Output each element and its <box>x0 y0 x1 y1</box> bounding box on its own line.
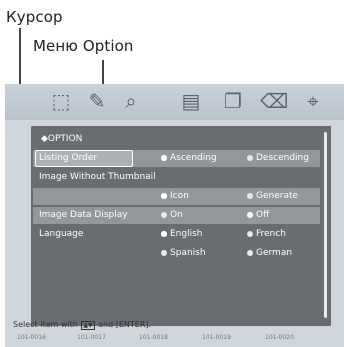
device-screen: ⬚ ✎ ⌕ ▤ ❐ ⌫ ⌖ 101-0016 101-0017 101-0018… <box>5 84 344 347</box>
zoom-icon[interactable]: ⬚ <box>49 89 73 113</box>
option-on[interactable]: On <box>161 210 183 220</box>
option-menu-panel: ◆OPTION Listing Order Ascending Descendi… <box>29 124 333 328</box>
option-french[interactable]: French <box>247 229 286 239</box>
option-german[interactable]: German <box>247 248 292 258</box>
thumbnail-label: 101-0016 <box>17 334 46 341</box>
cursor-callout: Курсор <box>6 8 63 26</box>
menu-row-language-more[interactable]: Spanish German <box>33 245 320 262</box>
menu-row-label: Listing Order <box>39 153 98 163</box>
option-spanish[interactable]: Spanish <box>161 248 206 258</box>
menu-row-label: Image Without Thumbnail <box>39 172 156 182</box>
toolbar: ⬚ ✎ ⌕ ▤ ❐ ⌫ ⌖ <box>5 84 344 120</box>
scrollbar[interactable] <box>324 132 327 318</box>
search-icon[interactable]: ⌖ <box>301 89 325 113</box>
status-prefix: Select item with <box>13 320 78 329</box>
status-bar: Select item with ▲▼ and [ENTER]. <box>13 320 151 330</box>
option-generate[interactable]: Generate <box>247 191 298 201</box>
menu-row-listing-order[interactable]: Listing Order Ascending Descending <box>33 150 320 167</box>
option-icon[interactable]: Icon <box>161 191 189 201</box>
panel-title: ◆OPTION <box>41 134 83 144</box>
copy-icon[interactable]: ❐ <box>221 89 245 113</box>
menu-row-language[interactable]: Language English French <box>33 226 320 243</box>
menu-row-image-data-display[interactable]: Image Data Display On Off <box>33 207 320 224</box>
menu-row-label: Image Data Display <box>39 210 128 220</box>
option-english[interactable]: English <box>161 229 203 239</box>
option-ascending[interactable]: Ascending <box>161 153 217 163</box>
option-descending[interactable]: Descending <box>247 153 309 163</box>
option-menu-callout: Меню Option <box>33 37 134 55</box>
option-off[interactable]: Off <box>247 210 269 220</box>
menu-row-label: Language <box>39 229 84 239</box>
arrow-keys-icon: ▲▼ <box>81 321 95 330</box>
menu-row-image-without-thumbnail[interactable]: Image Without Thumbnail <box>33 169 320 186</box>
palette-icon[interactable]: ✎ <box>85 89 109 113</box>
thumbnail-label: 101-0017 <box>77 334 106 341</box>
menu-row-thumbnail-options[interactable]: Icon Generate <box>33 188 320 205</box>
trash-icon[interactable]: ⌫ <box>260 89 288 113</box>
magnify-icon[interactable]: ⌕ <box>119 89 143 113</box>
thumbnail-label: 101-0018 <box>139 334 168 341</box>
status-suffix: and [ENTER]. <box>98 320 152 329</box>
thumbnail-label: 101-0020 <box>265 334 294 341</box>
toolbox-icon[interactable]: ▤ <box>179 89 203 113</box>
thumbnail-label: 101-0019 <box>202 334 231 341</box>
